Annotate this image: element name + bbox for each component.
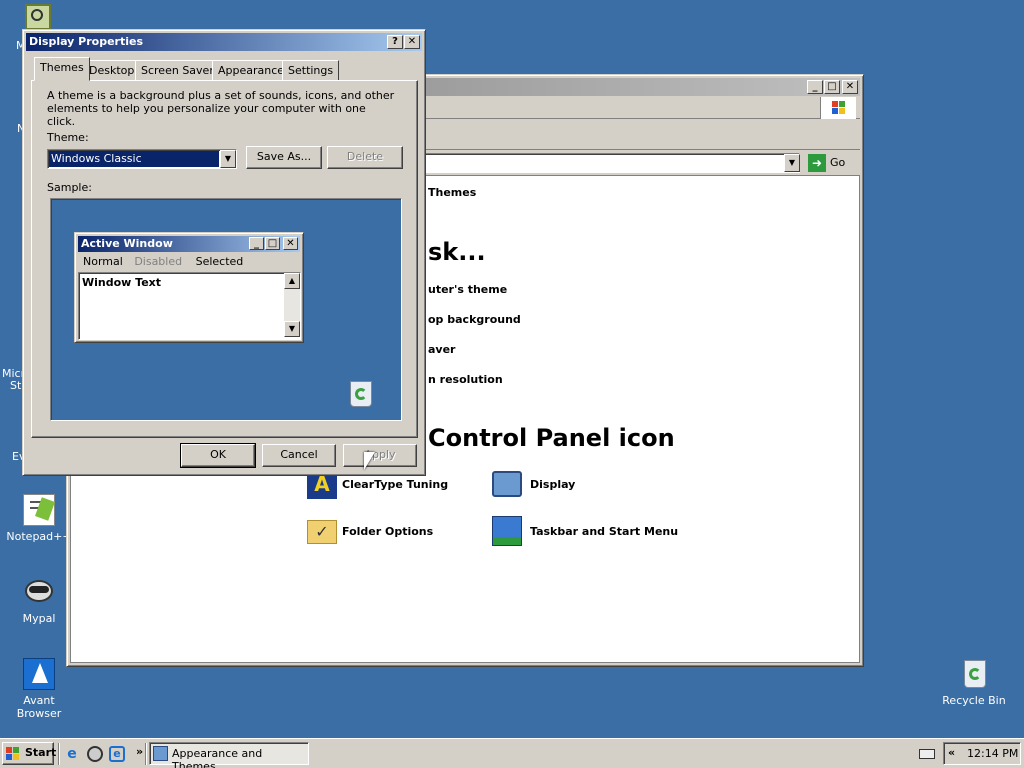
display-label: Display <box>530 478 576 491</box>
mouse-cursor-icon <box>364 452 375 470</box>
clock-app-icon <box>25 4 51 30</box>
folder-options-item[interactable]: ✓ Folder Options <box>307 516 487 548</box>
go-button[interactable]: ➜ Go <box>806 153 852 173</box>
tab-settings[interactable]: Settings <box>282 60 340 81</box>
keyboard-tray-icon[interactable] <box>919 749 935 759</box>
dialog-close-icon[interactable]: ✕ <box>404 35 420 49</box>
avant-browser-icon <box>23 658 55 690</box>
sample-titlebar: Active Window _ □ ✕ <box>78 236 300 252</box>
theme-label: Theme: <box>47 131 89 144</box>
task-screen-resolution[interactable]: n resolution <box>428 373 503 386</box>
dialog-title: Display Properties <box>29 35 144 48</box>
system-tray: « 12:14 PM <box>943 742 1021 765</box>
quicklaunch-chevron[interactable]: » <box>136 745 143 758</box>
tab-appearance-label: Appearance <box>218 64 285 77</box>
task-change-theme[interactable]: uter's theme <box>428 283 507 296</box>
start-label: Start <box>25 746 57 759</box>
task-desktop-background[interactable]: op background <box>428 313 521 326</box>
task-label: Appearance and Themes <box>172 747 263 768</box>
sample-menu-normal: Normal <box>83 255 123 268</box>
tab-screen-saver-label: Screen Saver <box>141 64 214 77</box>
sample-text-area: Window Text ▲ ▼ <box>78 272 301 340</box>
recycle-bin-icon <box>958 658 990 690</box>
sample-window-text: Window Text <box>82 276 162 289</box>
avant-quicklaunch-icon[interactable]: e <box>109 746 125 762</box>
minimize-icon[interactable]: _ <box>807 80 823 94</box>
windows-flag-icon <box>6 747 20 760</box>
cleartype-label: ClearType Tuning <box>342 478 449 491</box>
cp-task-icon <box>153 746 168 761</box>
sample-recycle-bin-icon <box>348 379 374 409</box>
pick-task-heading: sk... <box>428 238 486 266</box>
delete-button[interactable]: Delete <box>327 146 403 169</box>
theme-select[interactable]: Windows Classic ▼ <box>47 149 237 169</box>
desktop-icon-avant[interactable]: Avant Browser <box>1 658 77 720</box>
windows-logo-icon <box>820 97 856 119</box>
sample-close-icon: ✕ <box>283 237 298 250</box>
tray-chevron[interactable]: « <box>948 746 955 759</box>
display-item[interactable]: Display <box>492 469 672 501</box>
chevron-down-icon[interactable]: ▼ <box>220 150 236 168</box>
start-button[interactable]: Start <box>2 742 57 765</box>
sample-menu-selected: Selected <box>195 255 244 268</box>
sample-window-title: Active Window <box>81 237 173 250</box>
go-arrow-icon: ➜ <box>808 154 826 172</box>
tab-desktop[interactable]: Desktop <box>83 60 141 81</box>
themes-panel: A theme is a background plus a set of so… <box>31 80 418 438</box>
mypal-quicklaunch-icon[interactable] <box>87 746 103 762</box>
clock[interactable]: 12:14 PM <box>967 747 1018 760</box>
sample-preview: Active Window _ □ ✕ Normal Disabled Sele… <box>50 198 402 421</box>
task-appearance-and-themes[interactable]: Appearance and Themes <box>149 742 309 768</box>
taskbar-start-menu-icon <box>492 516 522 546</box>
apply-button[interactable]: Apply <box>343 444 417 467</box>
scroll-up-icon: ▲ <box>284 273 300 289</box>
help-icon[interactable]: ? <box>387 35 403 49</box>
tab-settings-label: Settings <box>288 64 334 77</box>
ok-button[interactable]: OK <box>180 443 256 468</box>
sample-menu-disabled: Disabled <box>134 255 183 268</box>
close-icon[interactable]: ✕ <box>842 80 858 94</box>
display-icon <box>492 471 522 497</box>
address-dropdown-button[interactable]: ▼ <box>784 154 800 172</box>
desktop-icon-recycle-bin[interactable]: Recycle Bin <box>936 658 1012 707</box>
tab-themes[interactable]: Themes <box>34 57 90 81</box>
sample-minimize-icon: _ <box>249 237 264 250</box>
tab-appearance[interactable]: Appearance <box>212 60 291 81</box>
dialog-titlebar: Display Properties ? ✕ <box>26 33 422 51</box>
themes-link[interactable]: Themes <box>428 186 476 199</box>
taskbar-start-menu-label: Taskbar and Start Menu <box>530 525 679 538</box>
go-label: Go <box>830 156 846 169</box>
quicklaunch-divider <box>58 743 60 765</box>
maximize-icon[interactable]: □ <box>824 80 840 94</box>
tab-screen-saver[interactable]: Screen Saver <box>135 60 220 81</box>
taskbar: Start e e » Appearance and Themes « 12:1… <box>0 738 1024 768</box>
themes-description: A theme is a background plus a set of so… <box>47 89 395 128</box>
save-as-button[interactable]: Save As... <box>246 146 322 169</box>
theme-select-value: Windows Classic <box>49 151 219 167</box>
task-screen-saver[interactable]: aver <box>428 343 455 356</box>
desktop-icon-label-recycle-bin: Recycle Bin <box>942 694 1006 707</box>
taskbar-start-menu-item[interactable]: Taskbar and Start Menu <box>492 516 712 548</box>
cancel-button[interactable]: Cancel <box>262 444 336 467</box>
folder-options-icon: ✓ <box>307 520 337 544</box>
display-properties-dialog: Display Properties ? ✕ Themes Desktop Sc… <box>22 29 426 476</box>
notepadpp-icon <box>23 494 55 526</box>
folder-options-label: Folder Options <box>342 525 434 538</box>
scroll-down-icon: ▼ <box>284 321 300 337</box>
tab-themes-label: Themes <box>40 61 84 74</box>
tab-desktop-label: Desktop <box>89 64 135 77</box>
sample-label: Sample: <box>47 181 92 194</box>
sample-scrollbar: ▲ ▼ <box>284 273 300 337</box>
desktop-icon-label-avant: Avant Browser <box>16 694 62 720</box>
raccoon-icon <box>23 576 55 608</box>
sample-menu: Normal Disabled Selected <box>79 254 249 270</box>
taskbar-divider <box>145 743 147 765</box>
pick-icon-heading: Control Panel icon <box>428 424 675 452</box>
sample-maximize-icon: □ <box>265 237 280 250</box>
sample-active-window: Active Window _ □ ✕ Normal Disabled Sele… <box>74 232 304 343</box>
ie-icon[interactable]: e <box>64 746 80 762</box>
